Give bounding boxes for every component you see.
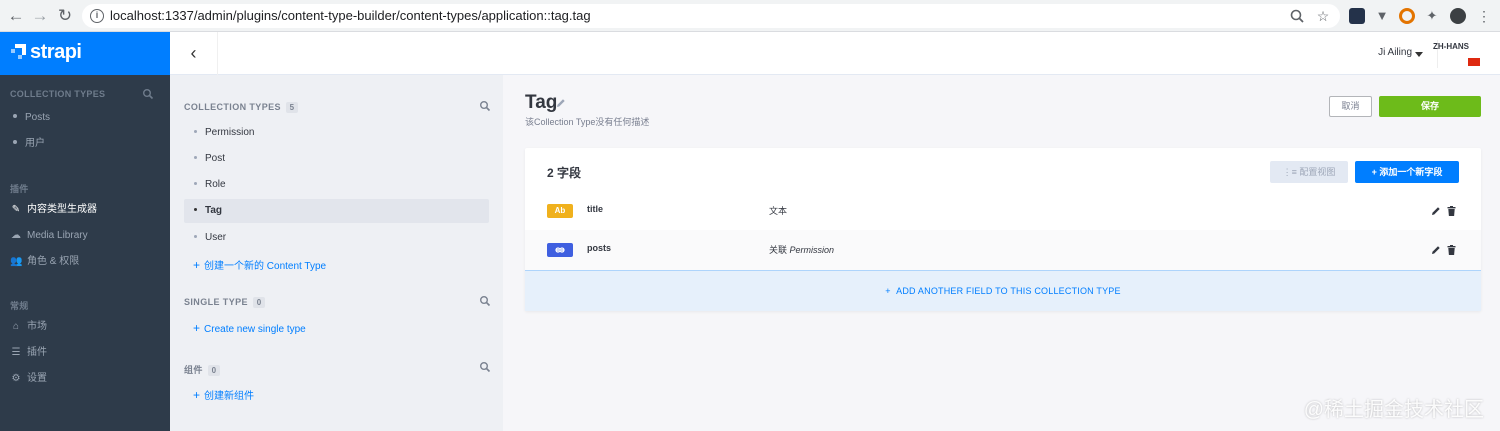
field-row[interactable]: posts 关联 Permission bbox=[525, 230, 1481, 270]
relation-link-icon bbox=[547, 243, 573, 257]
ctb-item-post[interactable]: Post bbox=[184, 147, 489, 171]
nav-item-settings[interactable]: ⚙ 设置 bbox=[10, 370, 160, 388]
cancel-button[interactable]: 取消 bbox=[1329, 96, 1372, 117]
user-menu[interactable]: Ji Ailing bbox=[1378, 47, 1412, 58]
bullet-icon bbox=[194, 208, 197, 211]
configure-view-button[interactable]: ⋮≡ 配置视图 bbox=[1270, 161, 1348, 183]
nav-section-general: 常规 bbox=[10, 301, 29, 311]
bullet-icon bbox=[194, 156, 197, 159]
strapi-logo-icon bbox=[11, 44, 26, 59]
search-icon[interactable] bbox=[479, 295, 491, 307]
back-arrow-icon[interactable]: ← bbox=[6, 6, 26, 26]
profile-avatar[interactable] bbox=[1450, 8, 1466, 24]
pencil-icon[interactable] bbox=[1431, 206, 1441, 216]
plus-icon: + bbox=[193, 258, 201, 272]
count-badge: 0 bbox=[252, 297, 265, 308]
star-icon[interactable]: ☆ bbox=[1315, 8, 1331, 24]
field-type: 关联 Permission bbox=[769, 245, 835, 255]
text-type-icon: Ab bbox=[547, 204, 573, 218]
pencil-icon[interactable] bbox=[1431, 245, 1441, 255]
list-icon: ☰ bbox=[11, 347, 21, 358]
create-content-type-link[interactable]: + 创建一个新的 Content Type bbox=[193, 257, 326, 272]
content-type-list: COLLECTION TYPES 5 Permission Post Role T… bbox=[170, 75, 503, 431]
back-chevron-icon[interactable]: ‹ bbox=[170, 32, 218, 75]
create-single-type-link[interactable]: + Create new single type bbox=[193, 321, 306, 335]
ctb-item-tag[interactable]: Tag bbox=[184, 199, 489, 223]
field-type: 文本 bbox=[769, 206, 788, 216]
count-badge: 0 bbox=[207, 365, 220, 376]
plus-icon: + bbox=[193, 388, 201, 402]
nav-item-content-type-builder[interactable]: ✎ 内容类型生成器 bbox=[10, 201, 160, 219]
address-bar[interactable]: i localhost:1337/admin/plugins/content-t… bbox=[82, 4, 1340, 28]
trash-icon[interactable] bbox=[1447, 245, 1456, 255]
ctb-item-role[interactable]: Role bbox=[184, 173, 489, 197]
count-badge: 5 bbox=[285, 102, 298, 113]
pencil-icon[interactable] bbox=[556, 98, 566, 108]
nav-item-roles-permissions[interactable]: 👥 角色 & 权限 bbox=[10, 253, 160, 271]
nav-section-plugins: 插件 bbox=[10, 184, 29, 194]
main-sidebar: strapi COLLECTION TYPES Posts 用户 插件 ✎ 内容类… bbox=[0, 32, 170, 431]
bullet-icon bbox=[13, 140, 17, 144]
extension-react-icon[interactable] bbox=[1349, 8, 1365, 24]
fields-count: 2 字段 bbox=[547, 166, 582, 180]
field-name: title bbox=[587, 204, 604, 214]
china-flag-icon[interactable] bbox=[1468, 58, 1480, 66]
users-icon: 👥 bbox=[10, 256, 23, 267]
reload-icon[interactable]: ↻ bbox=[55, 6, 75, 26]
store-icon: ⌂ bbox=[12, 321, 20, 332]
nav-item-marketplace[interactable]: ⌂ 市场 bbox=[10, 318, 160, 336]
collection-types-header: COLLECTION TYPES 5 bbox=[184, 102, 298, 113]
bullet-icon bbox=[194, 235, 197, 238]
nav-item-users[interactable]: 用户 bbox=[10, 135, 160, 153]
zoom-icon[interactable] bbox=[1289, 8, 1305, 24]
search-icon[interactable] bbox=[479, 361, 491, 373]
bullet-icon bbox=[13, 114, 17, 118]
fields-card: 2 字段 ⋮≡ 配置视图 + 添加一个新字段 Ab title 文本 posts… bbox=[525, 148, 1481, 311]
components-header: 组件 0 bbox=[184, 363, 220, 376]
field-name: posts bbox=[587, 243, 612, 253]
add-field-button[interactable]: + 添加一个新字段 bbox=[1355, 161, 1459, 183]
url-text[interactable]: localhost:1337/admin/plugins/content-typ… bbox=[110, 8, 591, 23]
single-types-header: SINGLE TYPE 0 bbox=[184, 297, 265, 308]
plus-icon: + bbox=[193, 321, 201, 335]
ctb-item-user[interactable]: User bbox=[184, 226, 489, 250]
page-title: Tag bbox=[525, 92, 558, 113]
relation-target: Permission bbox=[789, 245, 835, 255]
search-icon[interactable] bbox=[142, 88, 154, 100]
cloud-icon: ☁ bbox=[11, 230, 21, 241]
gear-icon: ⚙ bbox=[11, 373, 21, 384]
puzzle-icon[interactable]: ✦ bbox=[1424, 8, 1440, 24]
brand-name: strapi bbox=[30, 41, 82, 63]
bullet-icon bbox=[194, 130, 197, 133]
field-row[interactable]: Ab title 文本 bbox=[525, 191, 1481, 231]
nav-section-collection-types: COLLECTION TYPES bbox=[10, 89, 106, 99]
forward-arrow-icon[interactable]: → bbox=[30, 6, 50, 26]
create-component-link[interactable]: + 创建新组件 bbox=[193, 387, 254, 402]
layout-icon: ⋮≡ bbox=[1282, 167, 1300, 177]
language-selector[interactable]: ZH-HANS bbox=[1433, 42, 1469, 51]
app-header: ‹ Ji Ailing ZH-HANS bbox=[170, 32, 1500, 75]
brand-header[interactable]: strapi bbox=[0, 32, 170, 75]
watermark: @稀土掘金技术社区 bbox=[1303, 399, 1484, 421]
brush-icon: ✎ bbox=[11, 204, 21, 215]
nav-item-posts[interactable]: Posts bbox=[10, 109, 160, 127]
save-button[interactable]: 保存 bbox=[1379, 96, 1481, 117]
info-icon[interactable]: i bbox=[90, 9, 104, 23]
caret-down-icon[interactable] bbox=[1415, 52, 1423, 57]
menu-kebab-icon[interactable]: ⋮ bbox=[1476, 8, 1492, 24]
extension-chrome-icon[interactable] bbox=[1399, 8, 1415, 24]
extension-vue-icon[interactable]: ▼ bbox=[1374, 8, 1390, 24]
nav-item-plugins[interactable]: ☰ 插件 bbox=[10, 344, 160, 362]
trash-icon[interactable] bbox=[1447, 206, 1456, 216]
search-icon[interactable] bbox=[479, 100, 491, 112]
plus-icon: + bbox=[885, 286, 897, 296]
browser-toolbar: ← → ↻ i localhost:1337/admin/plugins/con… bbox=[0, 0, 1500, 32]
nav-item-media-library[interactable]: ☁ Media Library bbox=[10, 227, 160, 245]
ctb-item-permission[interactable]: Permission bbox=[184, 121, 489, 145]
bullet-icon bbox=[194, 182, 197, 185]
add-another-field-button[interactable]: + ADD ANOTHER FIELD TO THIS COLLECTION T… bbox=[525, 270, 1481, 311]
page-description: 该Collection Type没有任何描述 bbox=[525, 117, 650, 127]
